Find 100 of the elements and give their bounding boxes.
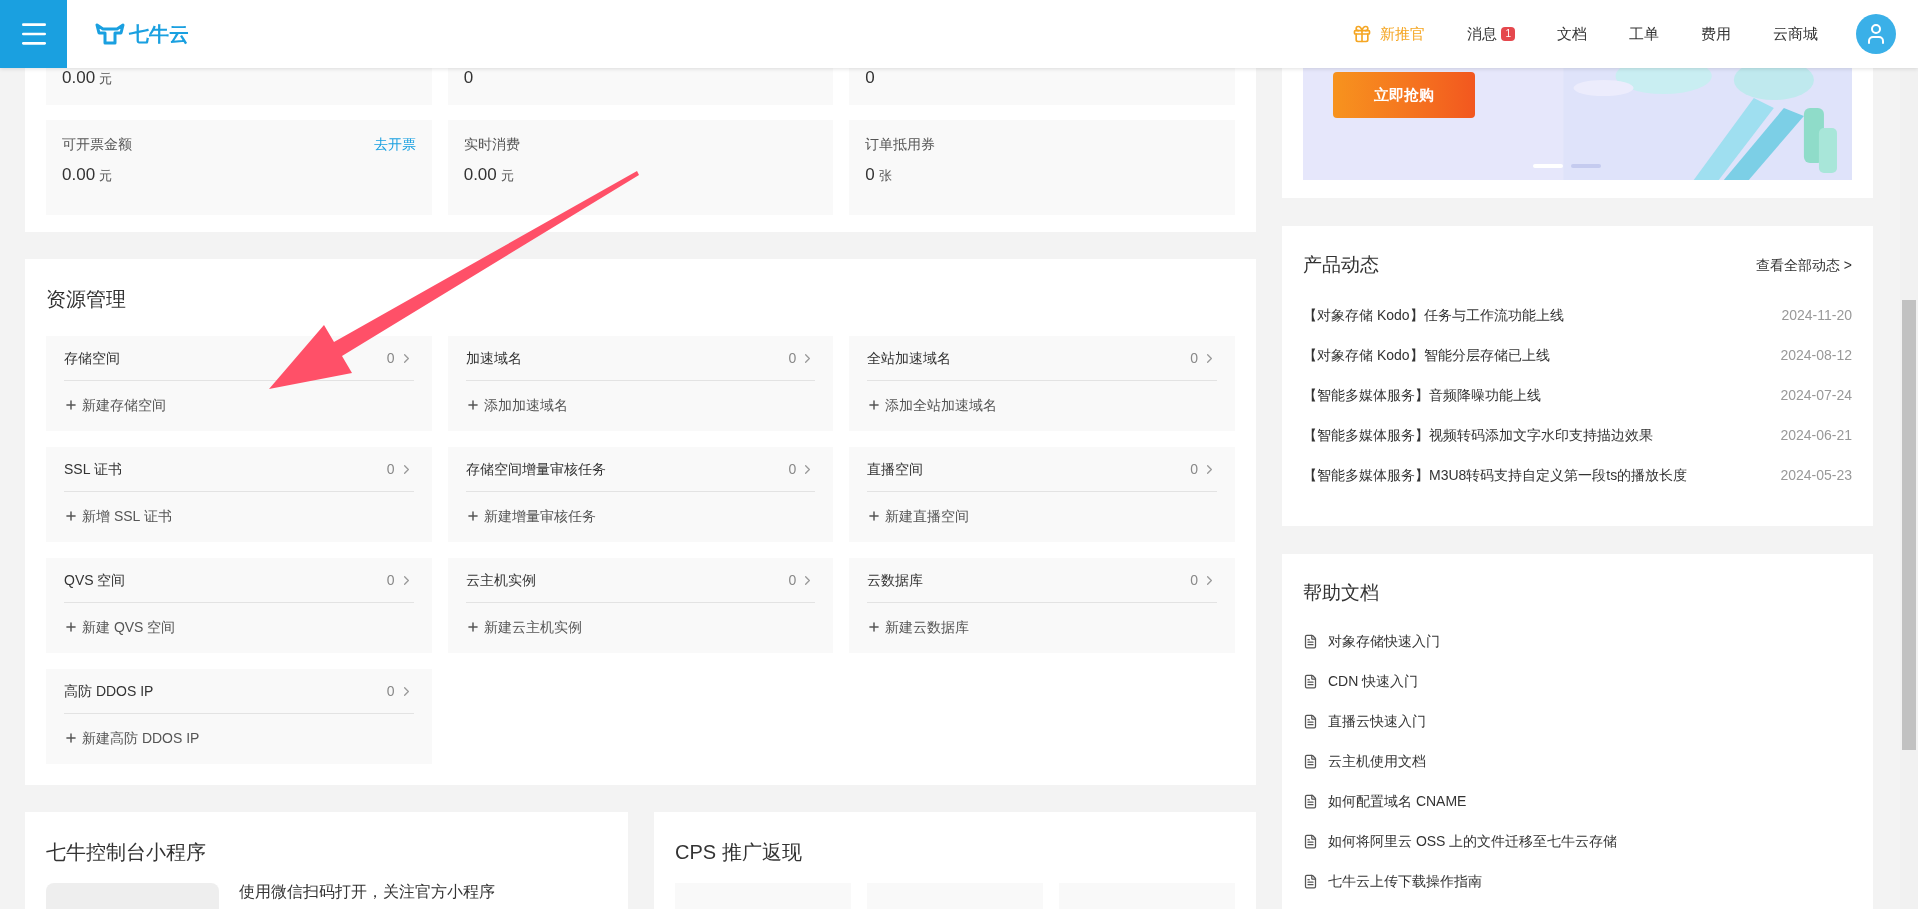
- miniprogram-hint: 使用微信扫码打开，关注官方小程序: [239, 883, 495, 902]
- plus-icon: [64, 731, 78, 745]
- resource-name[interactable]: 存储空间: [64, 347, 120, 369]
- resource-name[interactable]: QVS 空间: [64, 569, 126, 591]
- resource-count: 0: [788, 459, 797, 479]
- stat-value: 0.00: [463, 165, 497, 185]
- help-link[interactable]: 直播云快速入门: [1303, 701, 1852, 741]
- logo-text: 七牛云: [129, 22, 189, 47]
- resource-name[interactable]: 高防 DDOS IP: [64, 680, 154, 702]
- plus-icon: [465, 509, 480, 523]
- resource-count: 0: [386, 459, 395, 479]
- stat-label: 实时消费: [463, 135, 520, 154]
- nav-link[interactable]: 工单: [1629, 22, 1659, 46]
- help-label: 对象存储快速入门: [1328, 631, 1440, 651]
- create-label: 新建增量审核任务: [483, 506, 596, 526]
- stat-unit: 元: [99, 167, 113, 185]
- resource-name[interactable]: 加速域名: [465, 347, 522, 369]
- plus-icon: [867, 620, 882, 634]
- plus-icon: [465, 620, 480, 634]
- resource-count: 0: [788, 570, 797, 590]
- help-label: CDN 快速入门: [1328, 671, 1419, 691]
- logo-icon: [95, 23, 125, 45]
- panel-title: 产品动态: [1303, 253, 1379, 277]
- news-date: 2024-07-24: [1780, 386, 1852, 405]
- resource-count: 0: [1190, 459, 1198, 479]
- nav-link[interactable]: 文档: [1557, 22, 1587, 46]
- create-label: 新建 QVS 空间: [82, 617, 176, 637]
- stat-value: 0: [865, 165, 875, 185]
- document-icon: [1303, 713, 1318, 729]
- news-link[interactable]: 【对象存储 Kodo】任务与工作流功能上线: [1303, 305, 1564, 326]
- news-date: 2024-08-12: [1780, 346, 1852, 365]
- resource-name[interactable]: 直播空间: [867, 458, 924, 480]
- plus-icon: [64, 509, 78, 523]
- create-link[interactable]: 新建增量审核任务: [465, 492, 816, 540]
- create-label: 新增 SSL 证书: [82, 506, 172, 526]
- create-link[interactable]: 新建 QVS 空间: [64, 603, 414, 651]
- help-link[interactable]: 对象存储快速入门: [1303, 621, 1852, 661]
- document-icon: [1303, 633, 1318, 649]
- create-link[interactable]: 新建直播空间: [867, 492, 1217, 540]
- avatar[interactable]: [1856, 14, 1896, 54]
- help-link[interactable]: 如何配置域名 CNAME: [1303, 781, 1852, 821]
- create-label: 添加加速域名: [483, 395, 568, 415]
- news-date: 2024-06-21: [1780, 426, 1852, 445]
- create-label: 新建高防 DDOS IP: [82, 728, 200, 748]
- create-link[interactable]: 新建云主机实例: [465, 603, 816, 651]
- help-link[interactable]: 云主机使用文档: [1303, 741, 1852, 781]
- panel-title: CPS 推广返现: [675, 840, 803, 865]
- help-link[interactable]: 如何将阿里云 OSS 上的文件迁移至七牛云存储: [1303, 821, 1852, 861]
- news-link[interactable]: 【智能多媒体服务】M3U8转码支持自定义第一段ts的播放长度: [1303, 465, 1688, 486]
- help-label: 直播云快速入门: [1328, 711, 1426, 731]
- gift-icon: [1352, 24, 1373, 44]
- resource-count: 0: [386, 681, 395, 701]
- resource-count: 0: [788, 348, 797, 368]
- panel-title: 帮助文档: [1303, 580, 1380, 605]
- document-icon: [1303, 673, 1318, 689]
- resource-count: 0: [386, 348, 395, 368]
- resource-count: 0: [1190, 570, 1198, 590]
- panel-title: 七牛控制台小程序: [46, 840, 207, 865]
- create-label: 新建云数据库: [885, 617, 970, 637]
- resource-name[interactable]: SSL 证书: [64, 458, 122, 480]
- resource-name[interactable]: 云主机实例: [465, 569, 536, 591]
- news-link[interactable]: 【对象存储 Kodo】智能分层存储已上线: [1303, 345, 1550, 366]
- help-label: 七牛云上传下载操作指南: [1328, 871, 1482, 891]
- nav-link[interactable]: 消息 1: [1467, 22, 1515, 46]
- create-link[interactable]: 新建云数据库: [867, 603, 1217, 651]
- help-label: 云主机使用文档: [1328, 751, 1426, 771]
- count-badge: 1: [1501, 27, 1515, 41]
- help-link[interactable]: 七牛云上传下载操作指南: [1303, 861, 1852, 901]
- create-label: 新建存储空间: [82, 395, 166, 415]
- document-icon: [1303, 873, 1318, 889]
- resource-name[interactable]: 全站加速域名: [867, 347, 952, 369]
- create-link[interactable]: 添加全站加速域名: [867, 381, 1217, 429]
- panel-title: 资源管理: [46, 287, 127, 312]
- create-link[interactable]: 新建高防 DDOS IP: [64, 714, 414, 762]
- news-link[interactable]: 【智能多媒体服务】音频降噪功能上线: [1303, 385, 1541, 406]
- stat-value: 0.00: [62, 165, 96, 185]
- news-link[interactable]: 【智能多媒体服务】视频转码添加文字水印支持描边效果: [1303, 425, 1653, 446]
- plus-icon: [465, 398, 480, 412]
- news-date: 2024-11-20: [1781, 306, 1852, 325]
- help-link[interactable]: CDN 快速入门: [1303, 661, 1852, 701]
- nav-label: 消息: [1467, 23, 1498, 44]
- resource-count: 0: [386, 570, 395, 590]
- nav-link[interactable]: 云商城: [1773, 22, 1818, 46]
- menu-button[interactable]: [0, 0, 67, 68]
- view-all-link[interactable]: 查看全部动态 >: [1755, 254, 1852, 276]
- resource-name[interactable]: 云数据库: [867, 569, 924, 591]
- create-link[interactable]: 新建存储空间: [64, 381, 414, 429]
- create-link[interactable]: 添加加速域名: [465, 381, 816, 429]
- plus-icon: [64, 398, 78, 412]
- resource-name[interactable]: 存储空间增量审核任务: [465, 458, 606, 480]
- news-date: 2024-05-23: [1780, 466, 1852, 485]
- scrollbar-thumb[interactable]: [1902, 300, 1916, 750]
- nav-link[interactable]: 费用: [1701, 22, 1731, 46]
- stat-label: 可开票金额: [62, 135, 132, 154]
- create-link[interactable]: 新增 SSL 证书: [64, 492, 414, 540]
- stat-unit: 张: [878, 167, 892, 185]
- stat-unit: 元: [500, 167, 514, 185]
- help-label: 如何将阿里云 OSS 上的文件迁移至七牛云存储: [1328, 831, 1618, 851]
- create-label: 新建直播空间: [885, 506, 970, 526]
- stat-value: 0: [463, 68, 474, 88]
